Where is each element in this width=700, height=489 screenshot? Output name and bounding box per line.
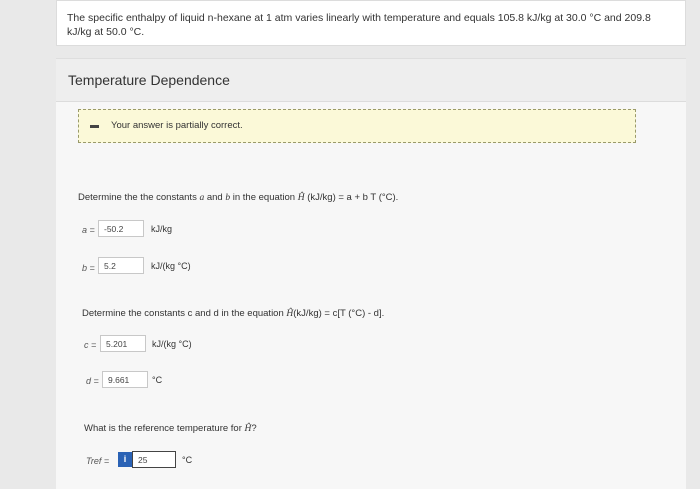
section-title: Temperature Dependence xyxy=(68,72,230,88)
d-input[interactable]: 9.661 xyxy=(102,371,148,388)
section-header: Temperature Dependence xyxy=(56,59,686,102)
problem-text: The specific enthalpy of liquid n-hexane… xyxy=(67,12,651,38)
minus-icon xyxy=(90,125,99,128)
question-part2-prefix: Determine the constants c and d in the e… xyxy=(82,308,287,319)
question-part1-and: and xyxy=(204,192,226,203)
a-label: a = xyxy=(82,225,95,235)
question-part3-prefix: What is the reference temperature for xyxy=(84,423,245,434)
b-label: b = xyxy=(82,263,95,273)
question-part2: Determine the constants c and d in the e… xyxy=(82,308,384,319)
a-unit: kJ/kg xyxy=(151,224,173,234)
problem-statement-box: The specific enthalpy of liquid n-hexane… xyxy=(56,0,686,46)
question-part1-middle: in the equation xyxy=(230,192,298,203)
question-part3-suffix: ? xyxy=(251,423,257,434)
b-input[interactable]: 5.2 xyxy=(98,257,144,274)
c-label: c = xyxy=(84,340,97,350)
question-part1-suffix: (kJ/kg) = a + b T (°C). xyxy=(304,192,399,203)
a-input[interactable]: -50.2 xyxy=(98,220,144,237)
question-part2-suffix: (kJ/kg) = c[T (°C) - d]. xyxy=(293,308,385,319)
tref-unit: °C xyxy=(182,455,193,465)
question-part1-prefix: Determine the the constants xyxy=(78,192,200,203)
info-icon[interactable]: i xyxy=(118,452,132,467)
b-unit: kJ/(kg °C) xyxy=(151,261,191,271)
c-unit: kJ/(kg °C) xyxy=(152,339,192,349)
feedback-text: Your answer is partially correct. xyxy=(111,120,243,131)
enthalpy-symbol: Ĥ xyxy=(297,193,305,203)
d-unit: °C xyxy=(152,375,163,385)
feedback-banner: Your answer is partially correct. xyxy=(78,109,636,143)
question-part3: What is the reference temperature for Ĥ? xyxy=(84,423,257,434)
d-label: d = xyxy=(86,376,99,386)
tref-label: Tref = xyxy=(86,456,110,466)
question-panel: Temperature Dependence Your answer is pa… xyxy=(56,58,686,489)
tref-input[interactable]: 25 xyxy=(132,451,176,468)
question-part1: Determine the the constants a and b in t… xyxy=(78,192,398,203)
c-input[interactable]: 5.201 xyxy=(100,335,146,352)
